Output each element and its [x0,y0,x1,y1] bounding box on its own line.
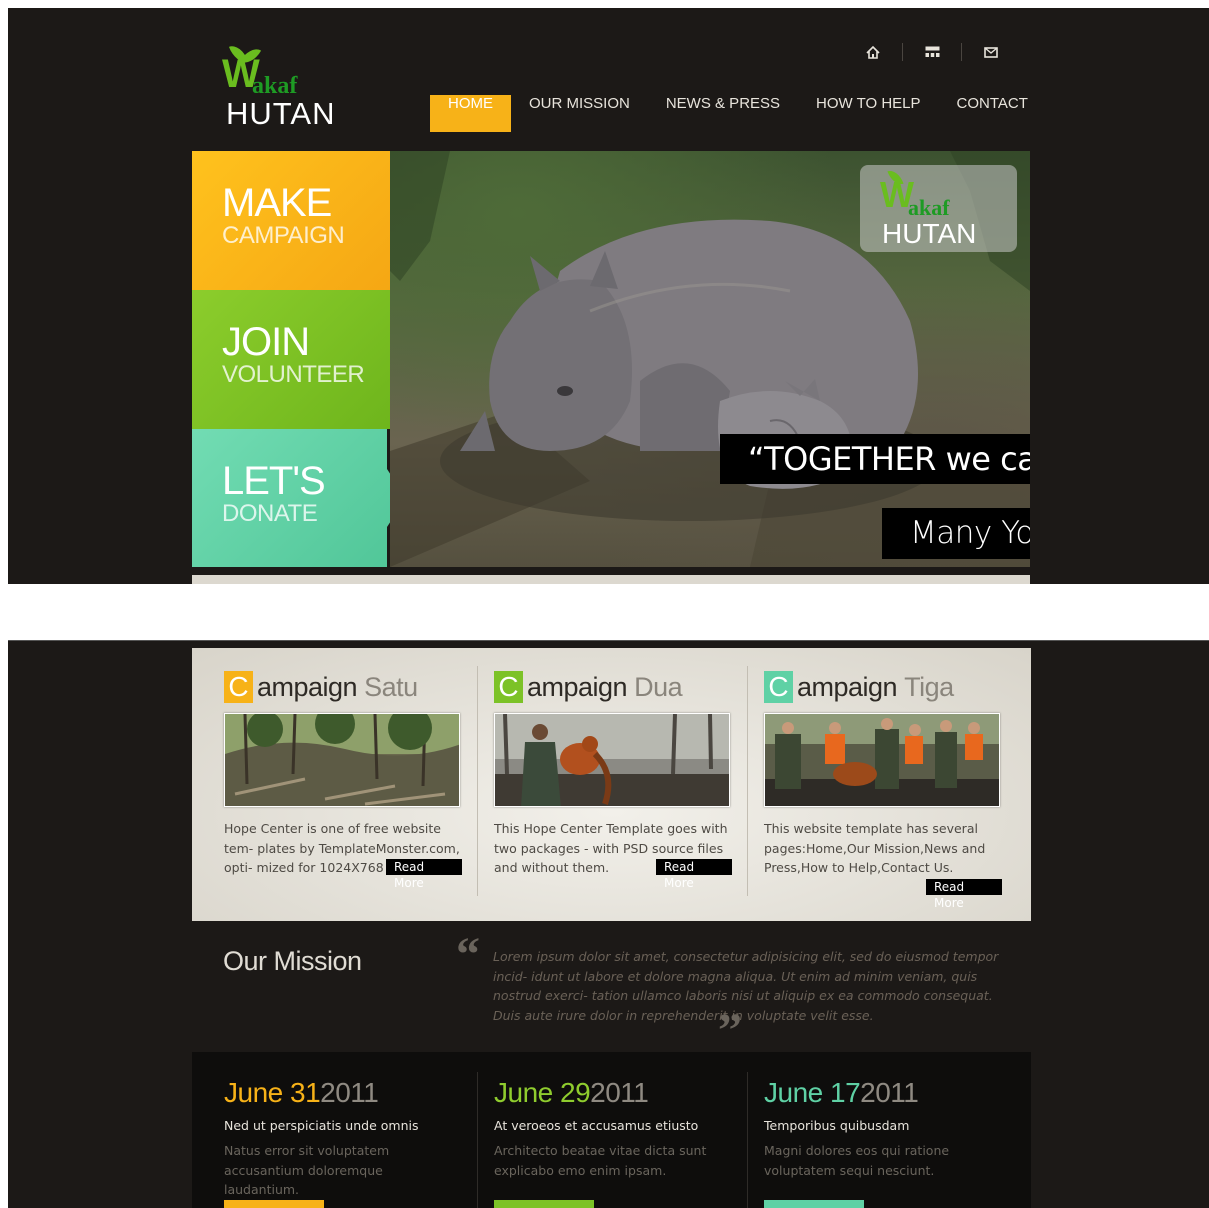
campaign-title-suffix: Satu [364,671,418,702]
news-body: Architecto beatae vitae dicta sunt expli… [494,1143,707,1178]
campaign-card: C ampaign Dua This Hope Center Template [462,648,732,921]
news-headline[interactable]: Ned ut perspiciatis unde omnis [224,1118,418,1133]
news-more-button[interactable] [224,1200,324,1208]
our-mission-heading: Our Mission [223,946,362,976]
logo-sub: akaf [252,73,298,99]
campaigns-section: C ampaign Satu Hope Center is one of fre… [192,648,1031,921]
hero-logo-badge: W akaf HUTAN [860,165,1017,252]
header-hero-panel: W akaf HUTAN HOME OUR MISSION NEWS & PRE… [8,8,1209,584]
tile-title: LET'S [222,459,326,503]
campaign-title-word: ampaign [797,671,898,702]
lets-donate-tile[interactable]: LET'S DONATE [192,429,406,567]
nav-news-press[interactable]: NEWS & PRESS [648,95,798,132]
hero-quote-line-1: “TOGETHER we can CHANGE [720,434,1030,484]
campaign-title: C ampaign Satu [224,670,418,704]
news-more-button[interactable] [494,1200,594,1208]
campaign-title-suffix: Tiga [904,671,954,702]
news-date: June 292011 [494,1076,649,1110]
campaign-title: C ampaign Dua [494,670,683,704]
read-more-button[interactable]: Read More [656,859,732,890]
read-more-button[interactable]: Read More [926,879,1002,910]
main-nav: HOME OUR MISSION NEWS & PRESS HOW TO HEL… [430,95,1046,132]
nav-contact[interactable]: CONTACT [939,95,1046,132]
campaign-initial: C [494,671,523,703]
hero-quote-line-2: Many Young LIVES” [882,508,1030,559]
campaign-image[interactable] [494,713,730,807]
mail-icon[interactable] [976,42,1006,62]
news-more-button[interactable] [764,1200,864,1208]
news-body: Magni dolores eos qui ratione voluptatem… [764,1143,950,1178]
content-top-strip [192,575,1030,584]
site-logo[interactable]: W akaf HUTAN [222,42,362,131]
campaign-initial: C [224,671,253,703]
hero-banner: MAKE CAMPAIGN JOIN VOLUNTEER LET'S DONAT… [192,151,1030,567]
tile-title: MAKE [222,181,332,225]
news-headline[interactable]: At veroeos et accusamus etiusto [494,1118,698,1133]
campaign-image[interactable] [764,713,1000,807]
logo-main: HUTAN [226,96,336,131]
news-date-year: 2011 [590,1077,649,1108]
nav-our-mission[interactable]: OUR MISSION [511,95,648,132]
campaign-title-word: ampaign [527,671,628,702]
join-volunteer-tile[interactable]: JOIN VOLUNTEER [192,290,390,429]
nav-home[interactable]: HOME [430,95,511,132]
campaign-title-word: ampaign [257,671,358,702]
news-date-year: 2011 [860,1077,919,1108]
tile-subtitle: DONATE [222,500,318,527]
sitemap-icon[interactable] [917,42,947,62]
read-more-button[interactable]: Read More [386,859,462,890]
nav-how-to-help[interactable]: HOW TO HELP [798,95,938,132]
separator [902,43,903,61]
news-date-year: 2011 [320,1077,379,1108]
separator [961,43,962,61]
rescue-team-photo [765,714,999,806]
campaign-initial: C [764,671,793,703]
campaign-image[interactable] [224,713,460,807]
logo-main: HUTAN [882,218,977,249]
news-date-day: June 17 [764,1077,861,1108]
news-date-day: June 31 [224,1077,321,1108]
open-quote-icon: “ [456,928,480,981]
make-campaign-tile[interactable]: MAKE CAMPAIGN [192,151,390,290]
news-date-day: June 29 [494,1077,591,1108]
news-item: June 292011 At veroeos et accusamus etiu… [462,1052,732,1208]
tile-subtitle: CAMPAIGN [222,222,345,249]
campaign-description: This website template has several pages:… [764,821,986,875]
campaign-card: C ampaign Satu Hope Center is one of fre… [192,648,462,921]
campaign-card: C ampaign Tiga This website template has… [732,648,1002,921]
campaign-title: C ampaign Tiga [764,670,954,704]
mission-text: Lorem ipsum dolor sit amet, consectetur … [493,949,999,1024]
hero-rhino-photo: W akaf HUTAN “TOGETHER we can CHANGE Man… [390,151,1030,567]
close-quote-icon: ” [718,1004,742,1057]
logo-sub: akaf [908,195,950,220]
news-body: Natus error sit voluptatem accusantium d… [224,1143,390,1197]
news-item: June 172011 Temporibus quibusdam Magni d… [732,1052,1002,1208]
orangutan-rescue-photo [495,714,729,806]
news-headline[interactable]: Temporibus quibusdam [764,1118,909,1133]
top-icon-bar [858,42,1006,62]
home-icon[interactable] [858,42,888,62]
tile-subtitle: VOLUNTEER [222,361,365,388]
news-item: June 312011 Ned ut perspiciatis unde omn… [192,1052,462,1208]
forest-clearing-photo [225,714,459,806]
news-date: June 172011 [764,1076,919,1110]
content-panel: C ampaign Satu Hope Center is one of fre… [8,640,1209,1208]
campaign-title-suffix: Dua [634,671,683,702]
tile-title: JOIN [222,320,310,364]
news-section: June 312011 Ned ut perspiciatis unde omn… [192,1052,1031,1208]
news-date: June 312011 [224,1076,379,1110]
